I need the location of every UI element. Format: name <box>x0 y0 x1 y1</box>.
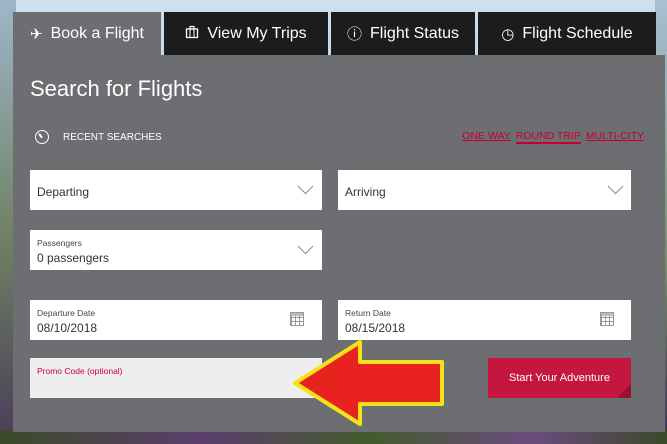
calendar-icon[interactable] <box>290 312 304 326</box>
return-date-value: 08/15/2018 <box>345 321 406 335</box>
calendar-icon[interactable] <box>600 312 614 326</box>
departure-date-value: 08/10/2018 <box>37 321 98 335</box>
start-your-adventure-button[interactable]: Start Your Adventure <box>488 358 631 398</box>
clock-icon: ◷ <box>501 25 515 43</box>
recent-searches-link[interactable]: RECENT SEARCHES <box>35 130 162 144</box>
tab-label: Flight Schedule <box>522 24 633 42</box>
background-image-bottom <box>0 430 667 444</box>
chevron-down-icon <box>607 178 624 195</box>
annotation-arrow-icon <box>293 340 444 426</box>
tab-book-a-flight[interactable]: ✈ Book a Flight <box>13 12 161 55</box>
departure-date-field[interactable]: Departure Date 08/10/2018 <box>30 300 322 340</box>
clock-icon <box>35 130 49 144</box>
airplane-icon: ✈ <box>30 25 43 43</box>
tab-label: View My Trips <box>207 24 307 42</box>
departure-date-label: Departure Date <box>37 308 96 318</box>
return-date-label: Return Date <box>345 308 391 318</box>
tab-flight-status[interactable]: ⓘ Flight Status <box>331 12 475 55</box>
passengers-label: Passengers <box>37 238 82 248</box>
trip-type-multi-city[interactable]: MULTI-CITY <box>586 130 644 144</box>
arriving-value: Arriving <box>345 185 386 199</box>
promo-code-label: Promo Code (optional) <box>37 366 123 376</box>
passengers-select[interactable]: Passengers 0 passengers <box>30 230 322 270</box>
tab-label: Book a Flight <box>50 24 144 42</box>
passengers-value: 0 passengers <box>37 251 110 265</box>
suitcase-icon <box>185 25 199 43</box>
tab-flight-schedule[interactable]: ◷ Flight Schedule <box>478 12 656 55</box>
promo-code-input[interactable]: Promo Code (optional) <box>30 358 322 398</box>
chevron-down-icon <box>297 178 314 195</box>
departing-value: Departing <box>37 185 90 199</box>
tab-view-my-trips[interactable]: View My Trips <box>164 12 328 55</box>
info-icon: ⓘ <box>347 26 363 43</box>
page-title: Search for Flights <box>30 76 203 101</box>
tab-label: Flight Status <box>370 24 459 42</box>
recent-searches-label: RECENT SEARCHES <box>63 131 162 143</box>
trip-type-one-way[interactable]: ONE WAY <box>462 130 510 144</box>
return-date-field[interactable]: Return Date 08/15/2018 <box>338 300 631 340</box>
trip-type-round-trip[interactable]: ROUND TRIP <box>515 130 581 144</box>
arriving-select[interactable]: Arriving <box>338 170 631 210</box>
chevron-down-icon <box>297 238 314 255</box>
departing-select[interactable]: Departing <box>30 170 322 210</box>
booking-tabs: ✈ Book a Flight View My Trips ⓘ Flight S… <box>13 12 656 55</box>
trip-type-selector: ONE WAY ROUND TRIP MULTI-CITY <box>462 130 644 144</box>
